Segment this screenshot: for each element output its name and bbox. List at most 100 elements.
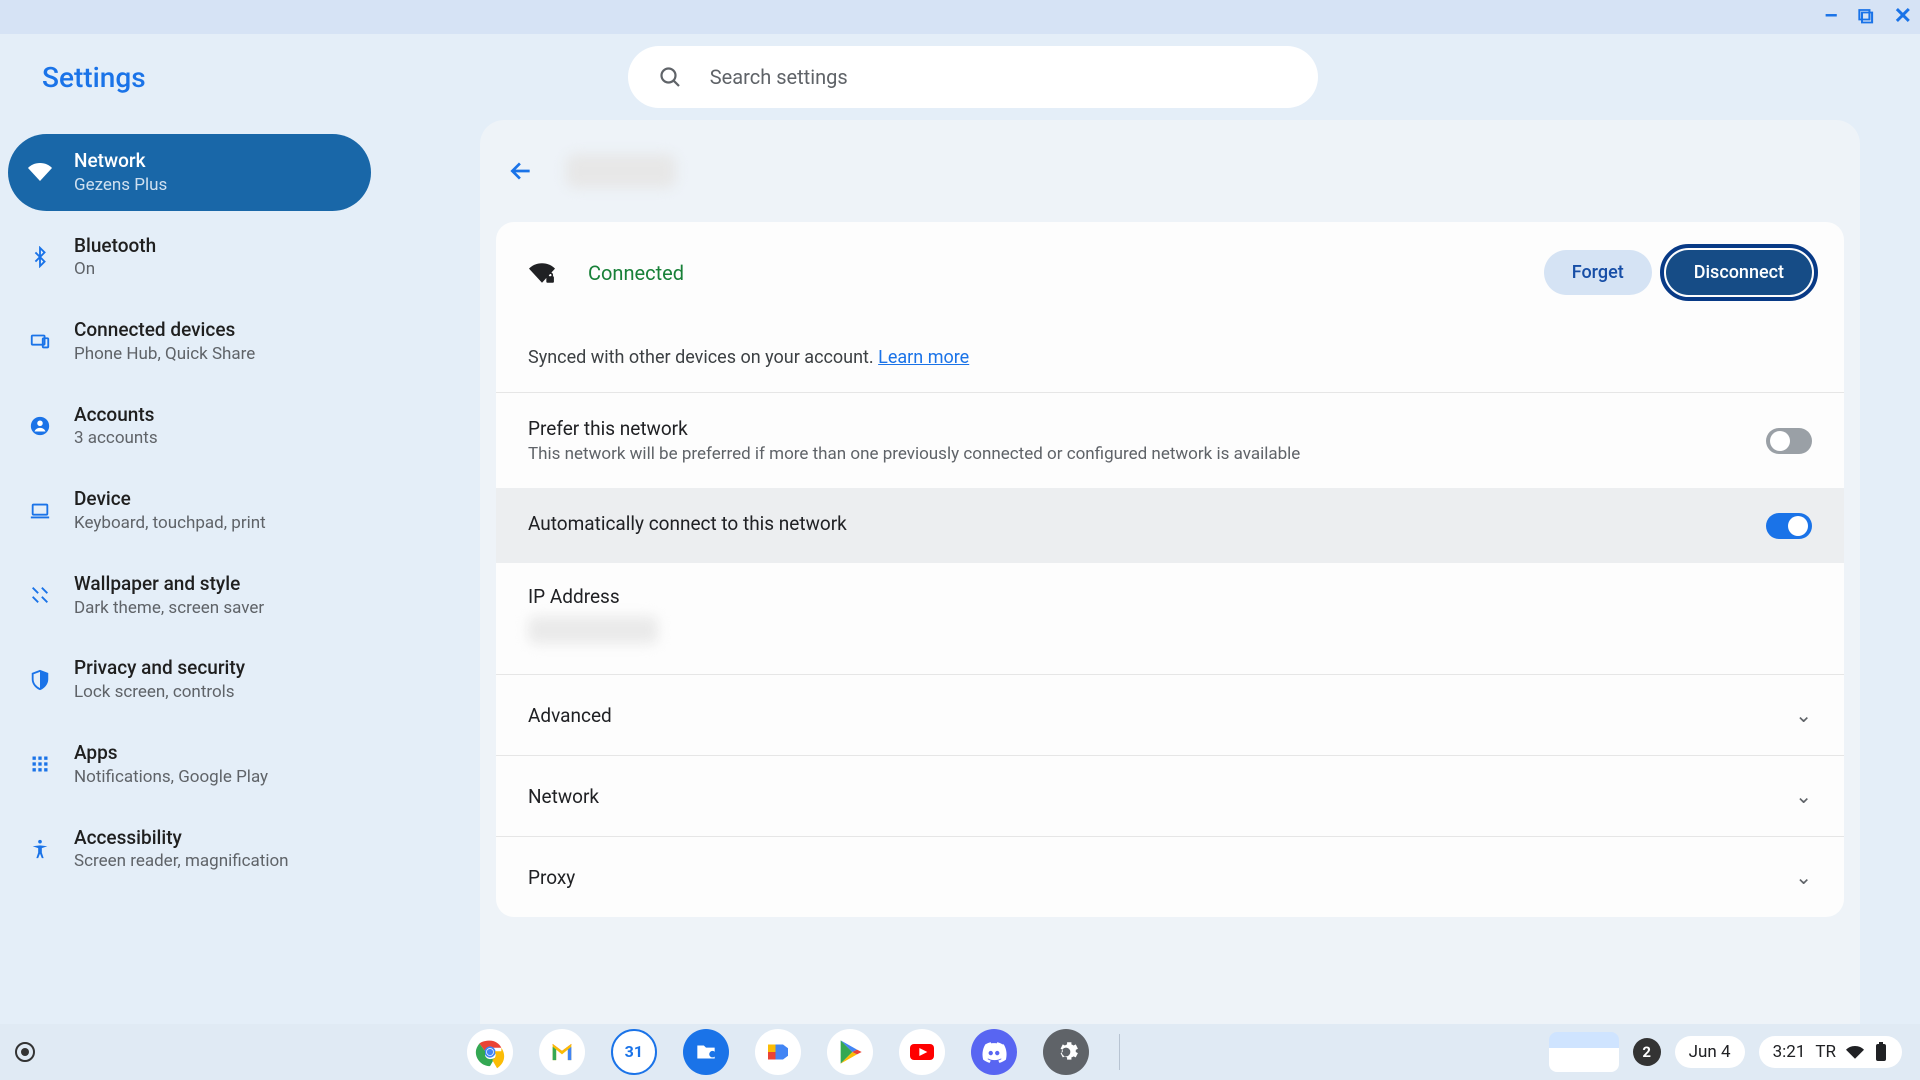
sidebar-label: Wallpaper and style	[74, 571, 264, 597]
calendar-app-icon[interactable]: 31	[611, 1029, 657, 1075]
meet-app-icon[interactable]	[755, 1029, 801, 1075]
holding-space-thumb[interactable]	[1549, 1032, 1619, 1072]
window-minimize-icon[interactable]: –	[1824, 6, 1838, 28]
expand-network[interactable]: Network ⌄	[496, 756, 1844, 836]
sidebar-item-wallpaper[interactable]: Wallpaper and style Dark theme, screen s…	[8, 557, 372, 634]
auto-toggle[interactable]	[1766, 513, 1812, 539]
prefer-title: Prefer this network	[528, 417, 1746, 440]
settings-body: Network Gezens Plus Bluetooth On Con	[0, 120, 1920, 1024]
expand-label: Proxy	[528, 866, 575, 889]
sidebar-item-device[interactable]: Device Keyboard, touchpad, print	[8, 472, 372, 549]
auto-connect-row[interactable]: Automatically connect to this network	[496, 488, 1844, 563]
connection-status: Connected	[588, 261, 684, 285]
card-header	[480, 120, 1860, 222]
search-wrap	[146, 46, 1800, 108]
prefer-network-row[interactable]: Prefer this network This network will be…	[496, 393, 1844, 488]
chevron-down-icon: ⌄	[1795, 784, 1812, 808]
ip-address-row: IP Address	[496, 563, 1844, 674]
settings-app: Settings Network Gezens Plus	[0, 34, 1920, 1024]
app-title: Settings	[30, 61, 146, 94]
wifi-status-icon	[1846, 1043, 1864, 1061]
sidebar: Network Gezens Plus Bluetooth On Con	[0, 120, 380, 1024]
search-icon	[658, 65, 682, 89]
wallpaper-icon	[28, 583, 52, 607]
expand-advanced[interactable]: Advanced ⌄	[496, 675, 1844, 755]
sidebar-item-accessibility[interactable]: Accessibility Screen reader, magnificati…	[8, 811, 372, 888]
sidebar-label: Apps	[74, 740, 268, 766]
launcher-button[interactable]	[8, 1042, 42, 1062]
sidebar-label: Bluetooth	[74, 233, 156, 259]
sync-info-row: Synced with other devices on your accoun…	[496, 323, 1844, 392]
shelf-apps: 31	[42, 1029, 1549, 1075]
sidebar-item-apps[interactable]: Apps Notifications, Google Play	[8, 726, 372, 803]
launcher-icon	[15, 1042, 35, 1062]
sidebar-sub: Lock screen, controls	[74, 681, 245, 704]
sidebar-item-network[interactable]: Network Gezens Plus	[8, 134, 371, 211]
prefer-sub: This network will be preferred if more t…	[528, 444, 1746, 464]
auto-title: Automatically connect to this network	[528, 512, 1746, 535]
accounts-icon	[28, 414, 52, 438]
sidebar-sub: Gezens Plus	[74, 174, 167, 197]
sidebar-label: Network	[74, 148, 167, 174]
ip-value-redacted	[528, 616, 658, 644]
sync-text: Synced with other devices on your accoun…	[528, 347, 878, 368]
detail-card: Connected Forget Disconnect Synced with …	[480, 120, 1860, 1024]
sidebar-label: Connected devices	[74, 317, 255, 343]
search-bar[interactable]	[628, 46, 1318, 108]
chevron-down-icon: ⌄	[1795, 703, 1812, 727]
shield-icon	[28, 668, 52, 692]
forget-button[interactable]: Forget	[1544, 250, 1652, 295]
expand-label: Advanced	[528, 704, 612, 727]
laptop-icon	[28, 499, 52, 523]
window-close-icon[interactable]: ✕	[1894, 6, 1912, 28]
status-tray[interactable]: 3:21 TR	[1759, 1036, 1902, 1068]
apps-grid-icon	[28, 752, 52, 776]
sidebar-label: Accounts	[74, 402, 158, 428]
search-input[interactable]	[710, 65, 1288, 89]
chrome-app-icon[interactable]	[467, 1029, 513, 1075]
sidebar-sub: Phone Hub, Quick Share	[74, 343, 255, 366]
disconnect-button[interactable]: Disconnect	[1666, 250, 1812, 295]
bluetooth-icon	[28, 245, 52, 269]
sidebar-sub: Keyboard, touchpad, print	[74, 512, 266, 535]
sidebar-label: Privacy and security	[74, 655, 245, 681]
devices-icon	[28, 329, 52, 353]
network-name-redacted	[566, 154, 676, 188]
shelf: 31 2 Jun 4 3:21 TR	[0, 1024, 1920, 1080]
detail-panel: Connected Forget Disconnect Synced with …	[496, 222, 1844, 917]
shelf-status-area[interactable]: 2 Jun 4 3:21 TR	[1549, 1032, 1912, 1072]
sidebar-sub: Dark theme, screen saver	[74, 597, 264, 620]
ip-label: IP Address	[528, 585, 1812, 608]
back-arrow-icon[interactable]	[500, 150, 542, 192]
status-row: Connected Forget Disconnect	[496, 222, 1844, 323]
window-titlebar: – ⧉ ✕	[0, 0, 1920, 34]
expand-proxy[interactable]: Proxy ⌄	[496, 837, 1844, 917]
prefer-toggle[interactable]	[1766, 428, 1812, 454]
sidebar-sub: On	[74, 258, 156, 281]
youtube-app-icon[interactable]	[899, 1029, 945, 1075]
date-pill[interactable]: Jun 4	[1675, 1036, 1745, 1068]
sidebar-item-accounts[interactable]: Accounts 3 accounts	[8, 388, 372, 465]
sidebar-sub: Screen reader, magnification	[74, 850, 289, 873]
discord-app-icon[interactable]	[971, 1029, 1017, 1075]
learn-more-link[interactable]: Learn more	[878, 347, 969, 368]
locale-text: TR	[1815, 1042, 1836, 1062]
files-app-icon[interactable]	[683, 1029, 729, 1075]
content-area: Connected Forget Disconnect Synced with …	[380, 120, 1920, 1024]
sidebar-item-privacy[interactable]: Privacy and security Lock screen, contro…	[8, 641, 372, 718]
play-store-app-icon[interactable]	[827, 1029, 873, 1075]
sidebar-sub: Notifications, Google Play	[74, 766, 268, 789]
window-restore-icon[interactable]: ⧉	[1858, 6, 1874, 28]
wifi-icon	[28, 160, 52, 184]
settings-app-icon[interactable]	[1043, 1029, 1089, 1075]
shelf-separator	[1119, 1034, 1120, 1070]
gmail-app-icon[interactable]	[539, 1029, 585, 1075]
expand-label: Network	[528, 785, 599, 808]
sidebar-label: Accessibility	[74, 825, 289, 851]
sidebar-item-connected-devices[interactable]: Connected devices Phone Hub, Quick Share	[8, 303, 372, 380]
accessibility-icon	[28, 837, 52, 861]
wifi-secure-icon	[528, 259, 556, 287]
sidebar-item-bluetooth[interactable]: Bluetooth On	[8, 219, 372, 296]
notification-count-badge[interactable]: 2	[1633, 1038, 1661, 1066]
time-text: 3:21	[1773, 1042, 1806, 1062]
